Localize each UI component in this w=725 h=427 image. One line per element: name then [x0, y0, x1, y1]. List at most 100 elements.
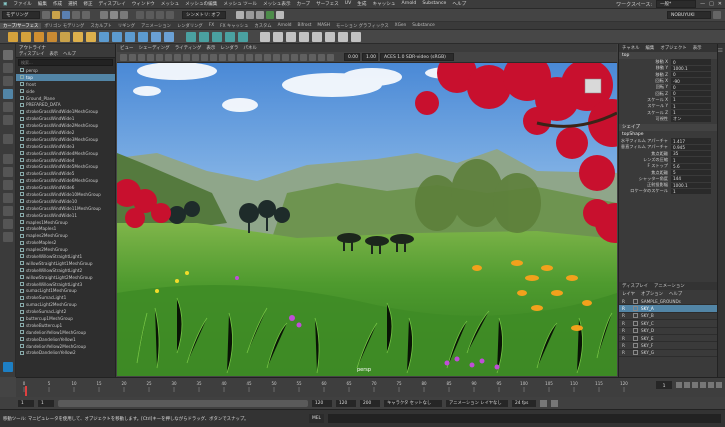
layer-menu-2[interactable]: ヘルプ	[669, 291, 682, 297]
play-forward-icon[interactable]	[700, 382, 706, 388]
resolution-gate-icon[interactable]	[192, 53, 199, 61]
render-settings-icon[interactable]	[256, 11, 264, 19]
play-back-icon[interactable]	[692, 382, 698, 388]
search-layout-icon[interactable]	[3, 232, 13, 242]
layer-flag[interactable]: R	[622, 299, 630, 304]
shelf-tab-2[interactable]: スカルプト	[87, 23, 114, 29]
torus-icon[interactable]	[164, 31, 174, 42]
planar-icon[interactable]	[212, 31, 222, 42]
shelf-tab-11[interactable]: MASH	[314, 23, 333, 28]
channel-row[interactable]: シャッター角度 144	[619, 176, 725, 182]
user-account[interactable]: NOBUYUKI	[667, 11, 711, 19]
sphere-icon[interactable]	[99, 31, 109, 42]
outliner-item[interactable]: strokeGrassWindWide11MeshGroup	[16, 205, 115, 212]
channel-value-field[interactable]: 1.417	[671, 138, 711, 144]
snap-grid-icon[interactable]	[136, 11, 144, 19]
display-layer-row[interactable]: R SKY_A	[619, 305, 725, 313]
outliner-item[interactable]: strokeGrassWindWide5	[16, 170, 115, 177]
auto-key-icon[interactable]	[540, 399, 547, 407]
layer-flag[interactable]: R	[622, 350, 630, 355]
xray-components-icon[interactable]	[327, 53, 334, 61]
range-inner-end-field[interactable]: 120	[312, 399, 332, 407]
channel-value-field[interactable]: 0	[671, 72, 711, 78]
revolve-icon[interactable]	[186, 31, 196, 42]
outliner-search-input[interactable]: 検索...	[18, 59, 113, 66]
camera-attributes-icon[interactable]	[129, 53, 136, 61]
pencil-curve-icon[interactable]	[47, 31, 57, 42]
ambient-occlusion-icon[interactable]	[273, 53, 280, 61]
outliner-item[interactable]: front	[16, 81, 115, 88]
shelf-tab-5[interactable]: レンダリング	[174, 23, 206, 29]
shadows-icon[interactable]	[264, 53, 271, 61]
channel-row[interactable]: 焦点距離 35	[619, 151, 725, 157]
outliner-item[interactable]: strokeGrassWindWide6	[16, 184, 115, 191]
viewport-menu-1[interactable]: シェーディング	[139, 45, 170, 51]
outliner-menu-1[interactable]: 表示	[49, 51, 58, 57]
bevel-icon[interactable]	[238, 31, 248, 42]
outliner-item[interactable]: strokeGrassWindWide5MeshGroup	[16, 163, 115, 170]
hypershade-layout-icon[interactable]	[3, 193, 13, 203]
channel-row[interactable]: F ストップ 5.6	[619, 163, 725, 169]
outliner-item[interactable]: strokeGrassWindWide10	[16, 198, 115, 205]
arc-icon[interactable]	[60, 31, 70, 42]
side-tab-attribute-editor[interactable]: |||	[718, 44, 723, 52]
shelf-tab-7[interactable]: FX キャッシュ	[217, 23, 251, 29]
channel-value-field[interactable]: 144	[671, 176, 711, 182]
view-cube-icon[interactable]	[584, 78, 602, 94]
viewport-menu-3[interactable]: 表示	[206, 45, 215, 51]
time-slider[interactable]: 0 5 10 15 20 25 30 35 40 45 50 55 60 65 70 75 80 85 90 95 10…	[16, 377, 725, 397]
close-icon[interactable]: ✕	[718, 1, 722, 7]
channel-value-field[interactable]: 1	[671, 157, 711, 163]
layer-color-swatch[interactable]	[633, 343, 638, 349]
outliner-item[interactable]: strokeGrassWindWide2MeshGroup	[16, 122, 115, 129]
ep-curve-icon[interactable]	[21, 31, 31, 42]
channel-value-field[interactable]: 35	[671, 151, 711, 157]
2d-pan-zoom-icon[interactable]	[156, 53, 163, 61]
outliner-item[interactable]: side	[16, 88, 115, 95]
perspective-viewport[interactable]: persp	[117, 63, 617, 376]
viewport-menu-2[interactable]: ライティング	[175, 45, 202, 51]
undo-icon[interactable]	[72, 11, 80, 19]
menu-item-7[interactable]: メッシュ	[158, 1, 182, 7]
bezier-curve-icon[interactable]	[34, 31, 44, 42]
channel-row[interactable]: 回転 Y0	[619, 84, 725, 91]
shelf-tab-4[interactable]: アニメーション	[138, 23, 174, 29]
menu-item-13[interactable]: UV	[342, 1, 355, 7]
shelf-tab-10[interactable]: Bifrost	[295, 23, 315, 28]
outliner-item[interactable]: Ground_Plane	[16, 95, 115, 102]
loft-icon[interactable]	[199, 31, 209, 42]
menu-item-5[interactable]: ディスプレイ	[96, 1, 129, 7]
gamma-field[interactable]: 1.00	[362, 53, 378, 61]
minimize-icon[interactable]: —	[700, 1, 705, 7]
antialias-icon[interactable]	[291, 53, 298, 61]
current-frame-field[interactable]: 1	[663, 383, 666, 389]
channel-value-field[interactable]: 1	[671, 103, 711, 109]
menu-item-17[interactable]: Substance	[419, 1, 449, 7]
render-icon[interactable]	[236, 11, 244, 19]
channel-value-field[interactable]: 5	[671, 169, 711, 176]
channel-box-tab-2[interactable]: オブジェクト	[660, 45, 686, 51]
channel-value-field[interactable]: 0.945	[671, 144, 711, 151]
channel-row[interactable]: スケール Y1	[619, 103, 725, 109]
motion-blur-icon[interactable]	[282, 53, 289, 61]
single-view-icon[interactable]	[3, 154, 13, 164]
channel-value-field[interactable]: 1000.1	[671, 65, 711, 72]
outliner-item[interactable]: sumacLight1MeshGroup	[16, 288, 115, 295]
channel-row[interactable]: 回転 X -90	[619, 78, 725, 84]
four-view-icon[interactable]	[3, 167, 13, 177]
display-layer-row[interactable]: R SKY_G	[619, 350, 725, 358]
select-camera-icon[interactable]	[120, 53, 127, 61]
character-set-dropdown[interactable]: キャラクタ セットなし	[384, 399, 442, 407]
channel-value-field[interactable]: 0	[671, 84, 711, 91]
menu-item-10[interactable]: メッシュ表示	[260, 1, 294, 7]
layer-color-swatch[interactable]	[633, 306, 638, 312]
cv-curve-icon[interactable]	[8, 31, 18, 42]
open-scene-icon[interactable]	[52, 11, 60, 19]
layer-flag[interactable]: R	[622, 321, 630, 326]
outliner-item[interactable]: strokeWillowStraightLight1	[16, 253, 115, 260]
outliner-item[interactable]: PREFARED_DATA	[16, 101, 115, 108]
attach-icon[interactable]	[286, 31, 296, 42]
outliner-item[interactable]: buttercup1MeshGroup	[16, 315, 115, 322]
outliner-item[interactable]: strokeGrassWindWide4	[16, 157, 115, 164]
rebuild-icon[interactable]	[260, 31, 270, 42]
